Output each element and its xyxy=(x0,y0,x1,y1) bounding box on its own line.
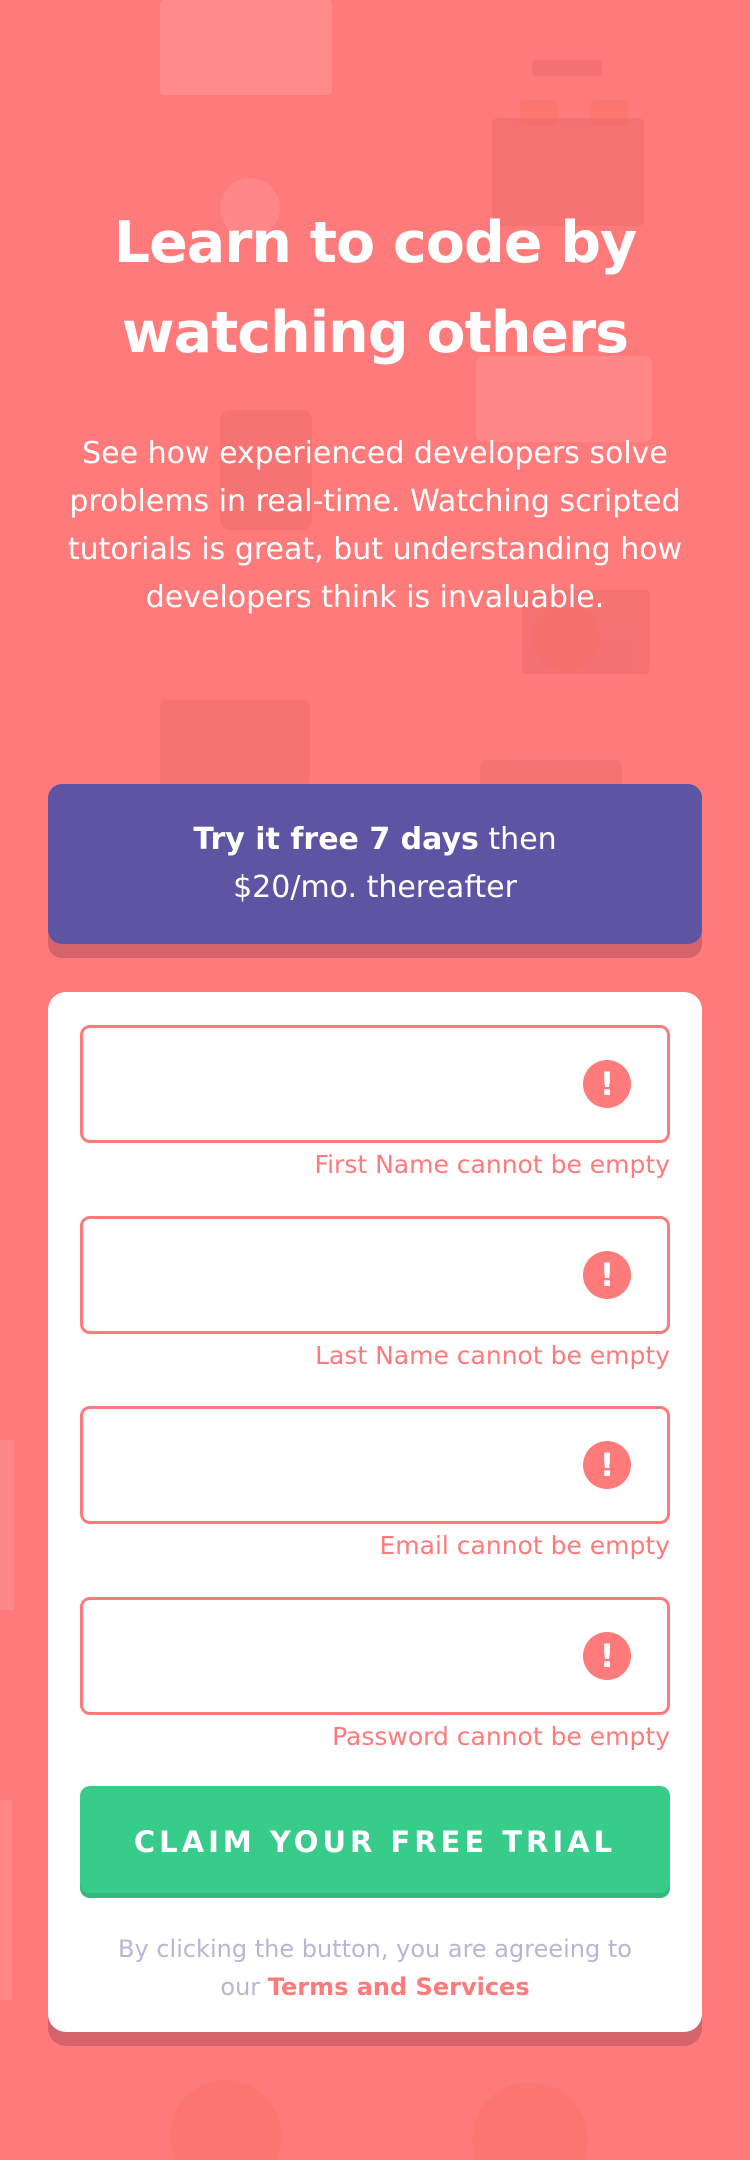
hero-description: See how experienced developers solve pro… xyxy=(67,436,683,615)
last-name-input[interactable] xyxy=(111,1219,581,1331)
title-line-1: Learn to code by xyxy=(113,210,637,276)
title-line-2: watching others xyxy=(121,300,629,366)
first-name-field: ! First Name cannot be empty xyxy=(80,1025,670,1183)
last-name-field: ! Last Name cannot be empty xyxy=(80,1216,670,1374)
exclamation-icon: ! xyxy=(583,1251,631,1299)
email-error: Email cannot be empty xyxy=(379,1531,670,1560)
last-name-box: ! xyxy=(80,1216,670,1334)
last-name-error: Last Name cannot be empty xyxy=(315,1341,670,1370)
password-error: Password cannot be empty xyxy=(332,1722,670,1751)
password-input[interactable] xyxy=(111,1600,581,1712)
terms-notice: By clicking the button, you are agreeing… xyxy=(80,1930,670,2006)
offer-banner: Try it free 7 days then $20/mo. thereaft… xyxy=(48,784,702,944)
terms-prefix: By clicking the button, you are agreeing… xyxy=(118,1935,632,1963)
offer-highlight: Try it free 7 days xyxy=(193,822,479,857)
page-title: Learn to code by watching others xyxy=(48,198,702,378)
terms-our: our xyxy=(220,1973,268,2001)
claim-free-trial-button[interactable]: CLAIM YOUR FREE TRIAL xyxy=(80,1786,670,1898)
first-name-error: First Name cannot be empty xyxy=(314,1150,670,1179)
signup-form: ! First Name cannot be empty ! Last Name… xyxy=(48,992,702,2032)
email-input[interactable] xyxy=(111,1409,581,1521)
first-name-box: ! xyxy=(80,1025,670,1143)
offer-then: then xyxy=(478,822,557,857)
terms-link[interactable]: Terms and Services xyxy=(268,1973,530,2001)
email-field: ! Email cannot be empty xyxy=(80,1406,670,1564)
exclamation-icon: ! xyxy=(583,1441,631,1489)
first-name-input[interactable] xyxy=(111,1028,581,1140)
password-box: ! xyxy=(80,1597,670,1715)
password-field: ! Password cannot be empty xyxy=(80,1597,670,1755)
exclamation-icon: ! xyxy=(583,1060,631,1108)
offer-price: $20/mo. thereafter xyxy=(233,870,517,905)
email-box: ! xyxy=(80,1406,670,1524)
exclamation-icon: ! xyxy=(583,1632,631,1680)
